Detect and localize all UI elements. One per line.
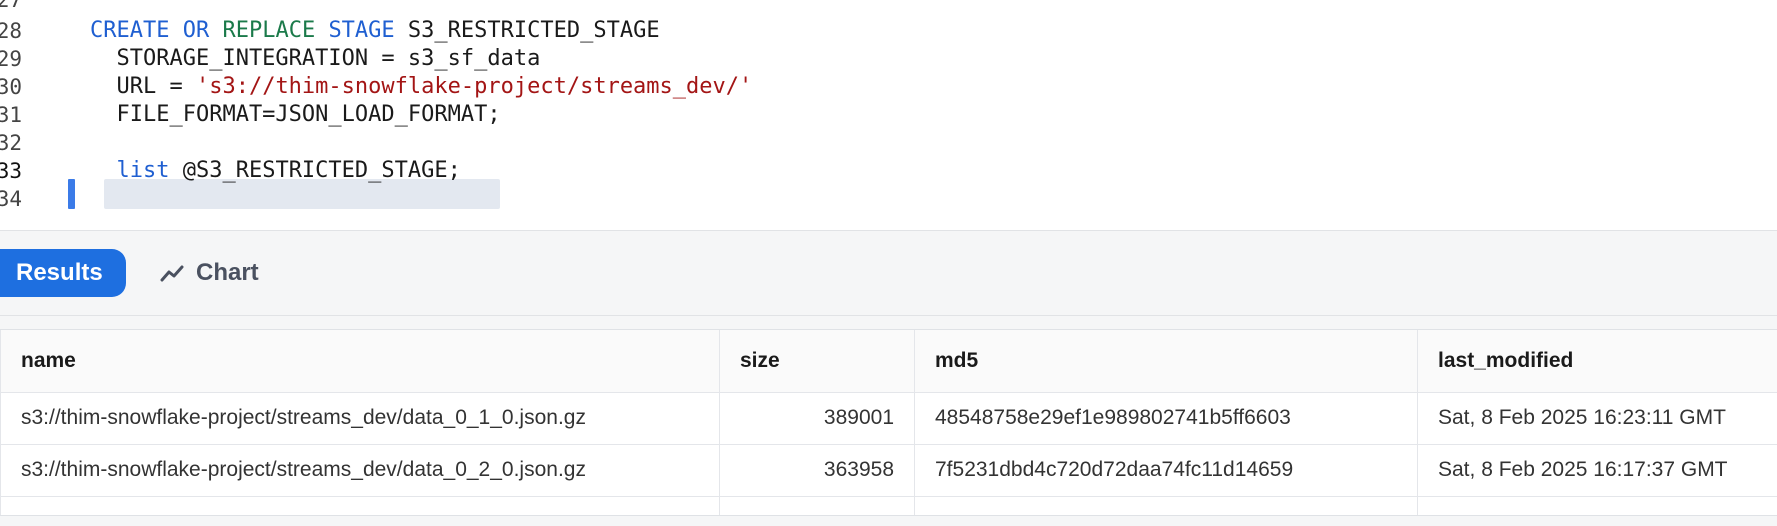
column-header-size[interactable]: size bbox=[720, 330, 915, 392]
code-line[interactable]: 34 bbox=[0, 183, 1777, 215]
code-token: STORAGE_INTEGRATION = s3_sf_data bbox=[90, 46, 541, 71]
results-tabbar: Results Chart bbox=[0, 231, 1777, 316]
results-table: name size md5 last_modified s3://thim-sn… bbox=[0, 329, 1777, 516]
column-header-name[interactable]: name bbox=[0, 330, 720, 392]
results-panel: Results Chart name size md5 last_modifie… bbox=[0, 230, 1777, 526]
tab-results[interactable]: Results bbox=[0, 249, 126, 297]
code-token: @S3_RESTRICTED_STAGE; bbox=[169, 158, 461, 183]
code-token: OR bbox=[182, 18, 223, 43]
column-header-last-modified[interactable]: last_modified bbox=[1418, 330, 1777, 392]
table-row[interactable]: s3://thim-snowflake-project/streams_dev/… bbox=[0, 444, 1777, 497]
cell-md5[interactable]: 48548758e29ef1e989802741b5ff6603 bbox=[915, 392, 1418, 444]
cell-empty bbox=[915, 496, 1418, 515]
code-token: FILE_FORMAT=JSON_LOAD_FORMAT; bbox=[90, 102, 501, 127]
table-row[interactable]: s3://thim-snowflake-project/streams_dev/… bbox=[0, 392, 1777, 445]
code-token: S3_RESTRICTED_STAGE bbox=[407, 18, 660, 43]
tab-results-label: Results bbox=[16, 259, 103, 286]
code-token: 's3://thim-snowflake-project/streams_dev… bbox=[195, 74, 753, 99]
cell-name[interactable]: s3://thim-snowflake-project/streams_dev/… bbox=[0, 392, 720, 444]
line-number: 34 bbox=[0, 187, 22, 211]
line-chart-icon bbox=[160, 263, 184, 283]
code-token: STAGE bbox=[328, 18, 408, 43]
cell-empty bbox=[1418, 496, 1777, 515]
cell-empty bbox=[0, 496, 720, 515]
table-row-partial bbox=[0, 496, 1777, 515]
code-token: CREATE bbox=[90, 18, 183, 43]
cell-size[interactable]: 363958 bbox=[720, 444, 915, 496]
cell-empty bbox=[720, 496, 915, 515]
table-header-row: name size md5 last_modified bbox=[0, 330, 1777, 393]
code-line[interactable]: 27 bbox=[0, 0, 1777, 16]
column-header-md5[interactable]: md5 bbox=[915, 330, 1418, 392]
tab-chart[interactable]: Chart bbox=[160, 249, 259, 297]
cell-md5[interactable]: 7f5231dbd4c720d72daa74fc11d14659 bbox=[915, 444, 1418, 496]
code-token: URL = bbox=[90, 74, 196, 99]
tab-chart-label: Chart bbox=[196, 259, 259, 286]
cell-last-modified[interactable]: Sat, 8 Feb 2025 16:23:11 GMT bbox=[1418, 392, 1777, 444]
cell-size[interactable]: 389001 bbox=[720, 392, 915, 444]
code-token: REPLACE bbox=[222, 18, 329, 43]
sql-editor[interactable]: 27 28 CREATE OR REPLACE STAGE S3_RESTRICTE… bbox=[0, 0, 1777, 230]
code-token: list bbox=[90, 158, 170, 183]
cell-last-modified[interactable]: Sat, 8 Feb 2025 16:17:37 GMT bbox=[1418, 444, 1777, 496]
cell-name[interactable]: s3://thim-snowflake-project/streams_dev/… bbox=[0, 444, 720, 496]
line-number: 27 bbox=[0, 0, 22, 12]
